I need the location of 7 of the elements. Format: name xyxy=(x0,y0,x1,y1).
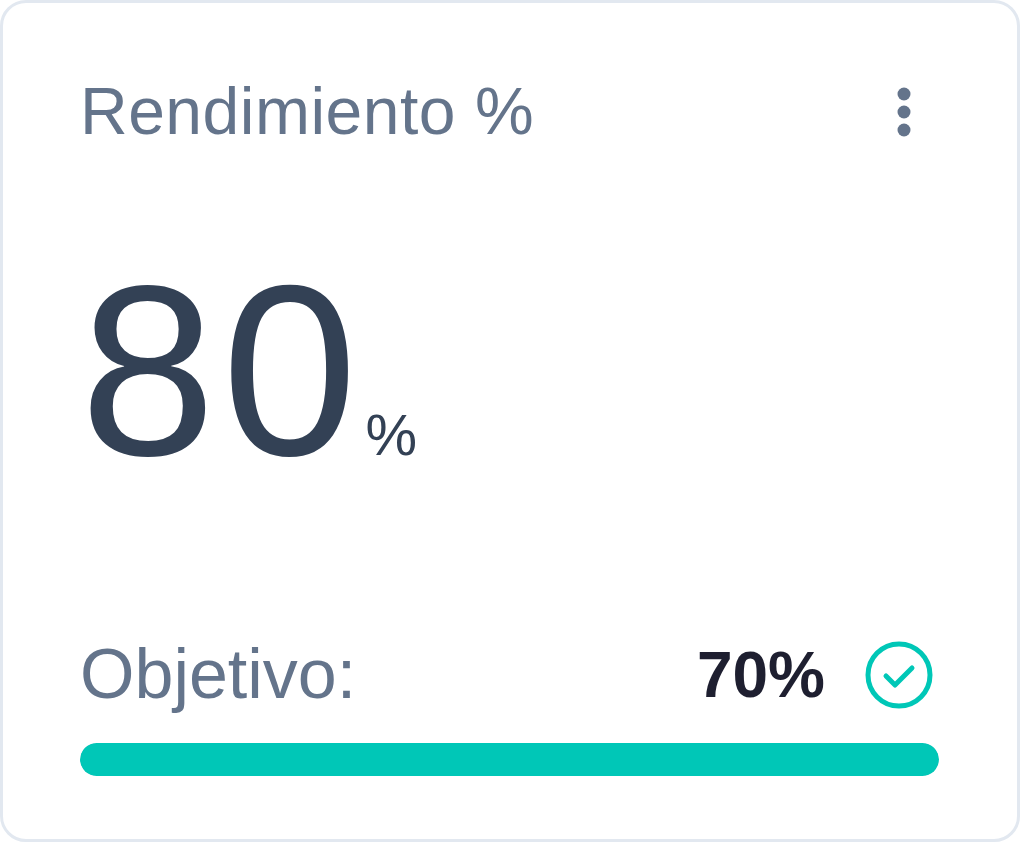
more-options-button[interactable] xyxy=(897,86,911,137)
metric-unit: % xyxy=(365,406,417,465)
more-options-icon xyxy=(897,86,911,137)
metric-value: 80 xyxy=(80,273,364,469)
target-label: Objetivo: xyxy=(80,636,358,714)
card-title: Rendimiento % xyxy=(80,73,535,150)
target-value: 70% xyxy=(696,639,825,711)
